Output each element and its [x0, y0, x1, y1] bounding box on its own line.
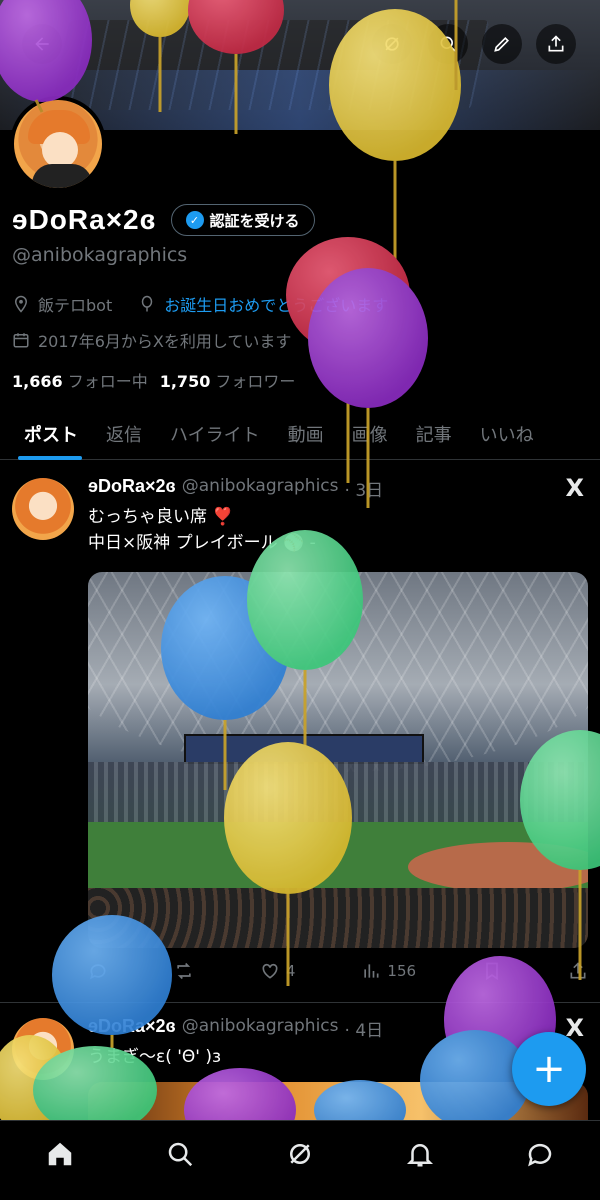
post-time: · 4日	[344, 1021, 384, 1041]
calendar-icon	[13, 333, 29, 348]
post-author-handle: @anibokagraphics	[181, 476, 339, 496]
verified-badge-icon: ✓	[185, 211, 204, 229]
post-header: ɘDoRa×2ɞ @anibokagraphics · 3日	[88, 476, 383, 501]
tab-highlights[interactable]: ハイライト	[156, 408, 274, 460]
avatar-face	[42, 132, 78, 168]
avatar-body	[32, 164, 92, 188]
post-actions: 4 156	[88, 958, 588, 984]
plus-icon: +	[532, 1046, 566, 1092]
post-author-handle: @anibokagraphics	[181, 1016, 339, 1036]
reply-button[interactable]	[88, 961, 108, 981]
photo-scoreboard	[184, 734, 424, 764]
views-icon	[364, 964, 379, 978]
location-icon	[14, 295, 28, 313]
followers-label: フォロワー	[215, 372, 296, 391]
joined-date: 2017年6月からXを利用しています	[38, 332, 292, 351]
post-time: · 3日	[344, 481, 384, 501]
following-label: フォロー中	[67, 372, 148, 391]
repost-button[interactable]	[174, 961, 194, 981]
share-button[interactable]	[536, 24, 576, 64]
x-logo-icon[interactable]: X	[565, 474, 584, 502]
tab-replies[interactable]: 返信	[92, 408, 156, 460]
profile-tabs: ポスト 返信 ハイライト 動画 画像 記事 いいね	[0, 408, 600, 460]
compose-post-button[interactable]: +	[512, 1032, 586, 1106]
followers-count: 1,750	[159, 372, 211, 391]
grok-icon[interactable]	[285, 1139, 315, 1169]
post-photo[interactable]	[88, 572, 588, 948]
tab-videos[interactable]: 動画	[274, 408, 338, 460]
balloon-icon	[141, 295, 153, 312]
like-count: 4	[285, 962, 296, 980]
heart-icon	[262, 963, 278, 979]
post-author-name[interactable]: ɘDoRa×2ɞ	[88, 476, 176, 501]
post-divider	[0, 1002, 600, 1003]
post-avatar[interactable]	[12, 1018, 74, 1080]
post-text: むっちゃ良い席 ❣️ 中日×阪神 プレイボール ⚾️ -	[88, 504, 316, 556]
bookmark-icon	[486, 962, 498, 981]
profile-meta-row: 飯テロbot お誕生日おめでとうございます	[12, 292, 388, 316]
share-icon	[570, 962, 586, 979]
repost-icon	[177, 962, 191, 980]
search-icon[interactable]	[165, 1139, 195, 1169]
birthday-link[interactable]: お誕生日おめでとうございます	[164, 292, 388, 316]
name-row: ɘDoRa×2ɞ ✓ 認証を受ける	[12, 204, 315, 236]
display-name: ɘDoRa×2ɞ	[12, 204, 157, 235]
profile-avatar[interactable]	[10, 96, 106, 192]
tab-posts[interactable]: ポスト	[0, 408, 92, 460]
follow-stats: 1,666 フォロー中 1,750 フォロワー	[12, 368, 295, 392]
photo-stands	[88, 762, 588, 822]
search-button[interactable]	[428, 24, 468, 64]
search-icon	[440, 36, 457, 53]
post-header: ɘDoRa×2ɞ @anibokagraphics · 4日	[88, 1016, 383, 1041]
following-link[interactable]: 1,666 フォロー中	[12, 368, 148, 392]
reply-icon	[90, 964, 106, 980]
following-count: 1,666	[12, 372, 63, 391]
view-count: 156	[387, 962, 417, 980]
notifications-bell-icon[interactable]	[405, 1139, 435, 1169]
post-author-name[interactable]: ɘDoRa×2ɞ	[88, 1016, 176, 1041]
get-verified-label: 認証を受ける	[209, 211, 300, 230]
post-text-line: 中日×阪神 プレイボール ⚾️ -	[88, 533, 316, 553]
post-photo[interactable]	[88, 1082, 588, 1122]
messages-icon[interactable]	[525, 1139, 555, 1169]
like-button[interactable]: 4	[260, 961, 296, 981]
profile-location: 飯テロbot	[38, 296, 113, 315]
bookmark-button[interactable]	[482, 961, 502, 981]
post-text-line: むっちゃ良い席 ❣️	[88, 507, 234, 527]
share-icon	[548, 35, 564, 52]
photo-crowd	[88, 888, 588, 948]
post-text: うまぎ〜ɛ( 'Θ' )ɜ	[88, 1047, 222, 1067]
get-verified-button[interactable]: ✓ 認証を受ける	[170, 204, 315, 236]
edit-profile-button[interactable]	[482, 24, 522, 64]
tab-articles[interactable]: 記事	[402, 408, 466, 460]
back-button[interactable]	[22, 24, 62, 64]
tab-images[interactable]: 画像	[338, 408, 402, 460]
tab-likes[interactable]: いいね	[466, 408, 548, 460]
share-post-button[interactable]	[568, 961, 588, 981]
views-button[interactable]: 156	[361, 961, 416, 981]
joined-row: 2017年6月からXを利用しています	[12, 328, 291, 352]
home-icon[interactable]	[45, 1139, 75, 1169]
bottom-navigation	[0, 1120, 600, 1200]
grok-icon	[385, 37, 399, 51]
followers-link[interactable]: 1,750 フォロワー	[160, 368, 296, 392]
post-avatar[interactable]	[12, 478, 74, 540]
profile-handle: @anibokagraphics	[12, 244, 188, 266]
pencil-icon	[494, 36, 510, 52]
back-arrow-icon	[35, 37, 49, 51]
grok-button[interactable]	[372, 24, 412, 64]
